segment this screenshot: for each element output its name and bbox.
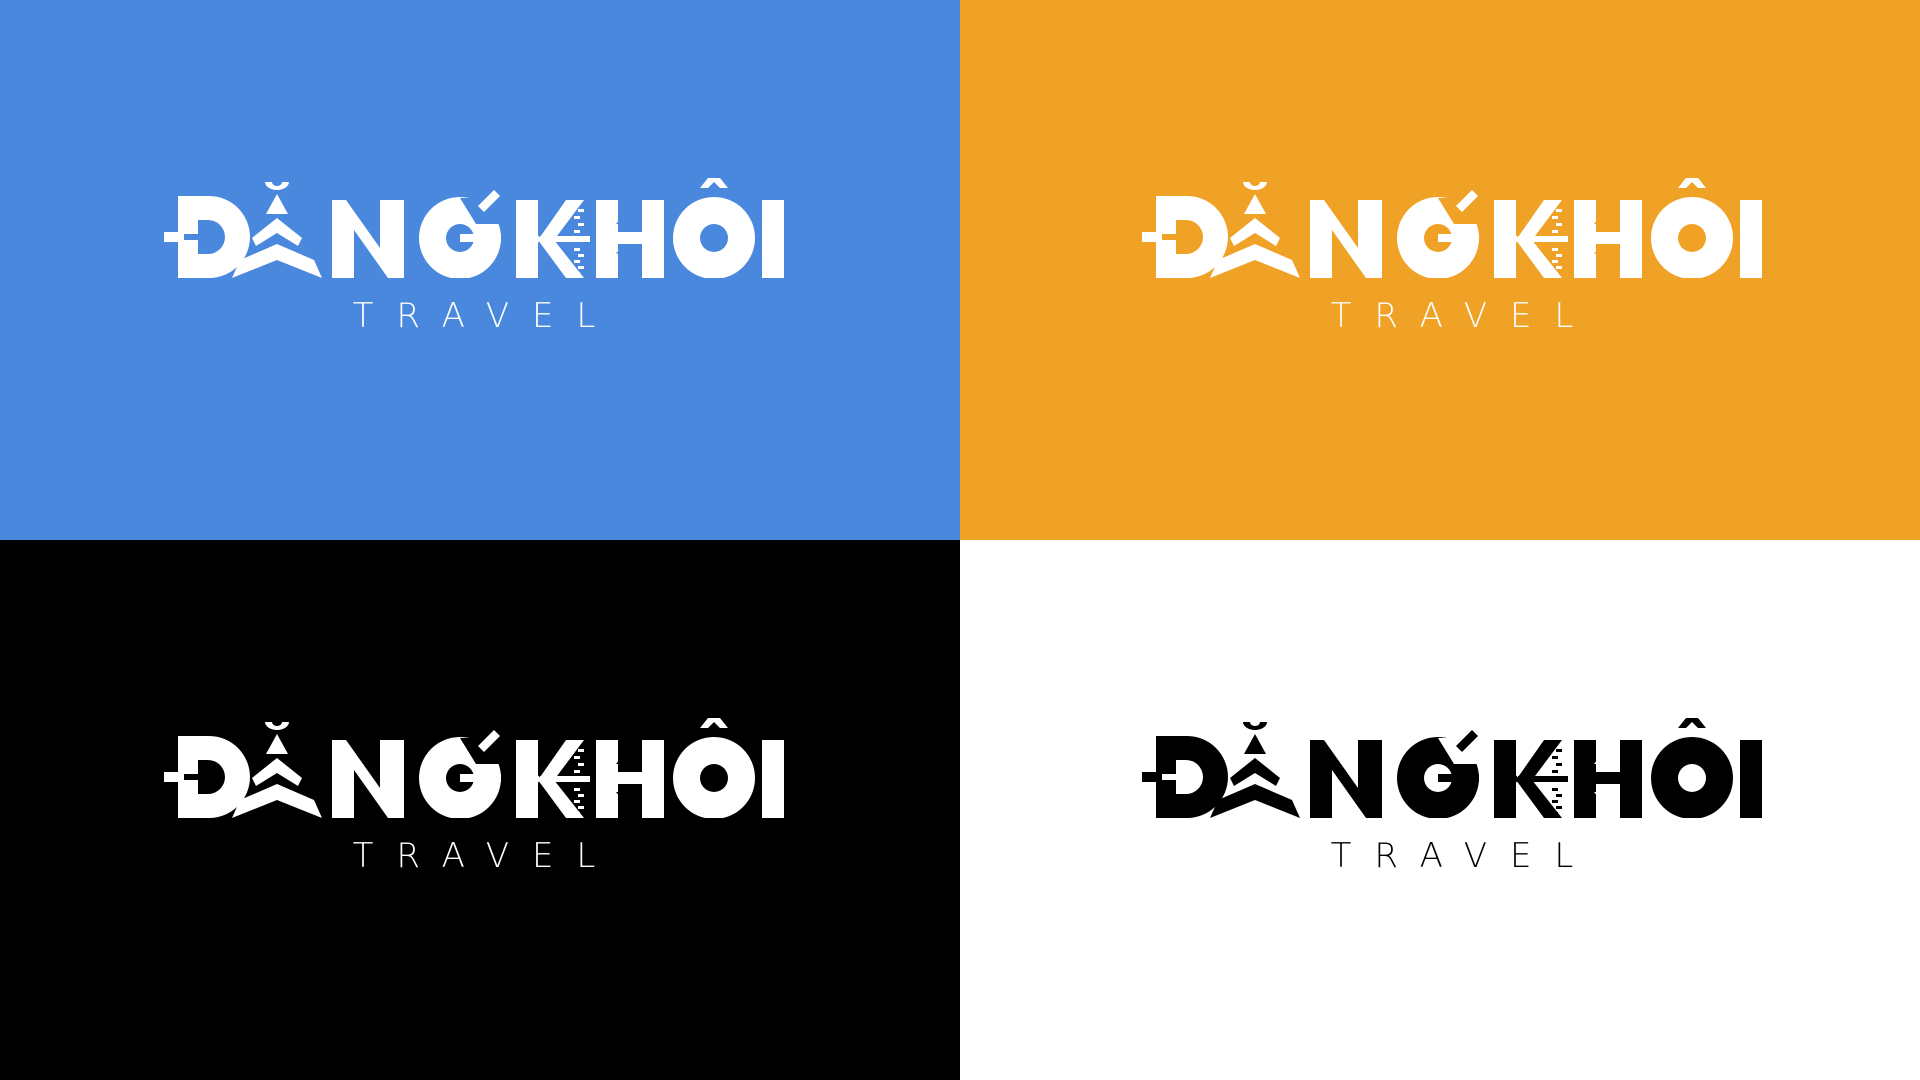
brand-tagline: TRAVEL <box>352 836 619 876</box>
brand-logo: TRAVEL <box>164 718 784 878</box>
brand-tagline: TRAVEL <box>1330 836 1597 876</box>
logo-color-variants-grid: TRAVEL TRAVEL TRAVEL TRAVEL <box>0 0 1920 1080</box>
brand-tagline: TRAVEL <box>352 296 619 336</box>
logo-panel-orange: TRAVEL <box>960 0 1920 540</box>
brand-logo: TRAVEL <box>164 178 784 338</box>
brand-wordmark-logo <box>1142 718 1762 818</box>
brand-logo: TRAVEL <box>1142 178 1762 338</box>
brand-tagline: TRAVEL <box>1330 296 1597 336</box>
logo-panel-black: TRAVEL <box>0 540 960 1080</box>
brand-wordmark-logo <box>164 178 784 278</box>
logo-panel-blue: TRAVEL <box>0 0 960 540</box>
brand-wordmark-logo <box>164 718 784 818</box>
brand-logo: TRAVEL <box>1142 718 1762 878</box>
logo-panel-white: TRAVEL <box>960 540 1920 1080</box>
brand-wordmark-logo <box>1142 178 1762 278</box>
